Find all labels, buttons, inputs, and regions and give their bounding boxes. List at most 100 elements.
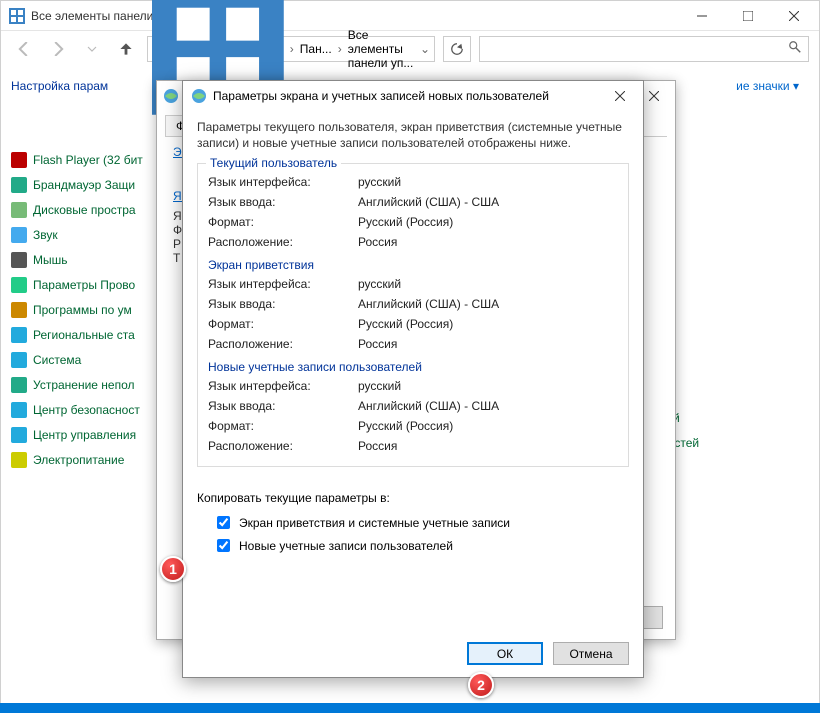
item-label: Устранение непол	[33, 378, 135, 392]
setting-key: Язык интерфейса:	[208, 274, 358, 294]
item-label: Центр безопасност	[33, 403, 140, 417]
item-label: Дисковые простра	[33, 203, 136, 217]
setting-row: Язык ввода:Английский (США) - США	[208, 294, 618, 314]
setting-key: Расположение:	[208, 436, 358, 456]
setting-row: Расположение:Россия	[208, 436, 618, 456]
item-label: Flash Player (32 бит	[33, 153, 143, 167]
item-label: Программы по ум	[33, 303, 132, 317]
annotation-badge-1: 1	[160, 556, 186, 582]
ok-button[interactable]: ОК	[467, 642, 543, 665]
chevron-right-icon: ›	[286, 42, 298, 56]
item-icon	[11, 452, 27, 468]
setting-key: Расположение:	[208, 232, 358, 252]
taskbar[interactable]	[0, 703, 820, 713]
refresh-button[interactable]	[443, 36, 471, 62]
checkbox-label: Экран приветствия и системные учетные за…	[239, 516, 510, 530]
setting-key: Формат:	[208, 314, 358, 334]
item-icon	[11, 377, 27, 393]
checkbox-new-users[interactable]: Новые учетные записи пользователей	[183, 534, 643, 557]
item-label: Мышь	[33, 253, 68, 267]
forward-button[interactable]	[45, 36, 71, 62]
setting-row: Язык интерфейса:русский	[208, 376, 618, 396]
setting-key: Формат:	[208, 416, 358, 436]
control-panel-icon	[9, 8, 25, 24]
item-label: Параметры Прово	[33, 278, 135, 292]
setting-key: Язык ввода:	[208, 396, 358, 416]
item-icon	[11, 227, 27, 243]
dialog-intro: Параметры текущего пользователя, экран п…	[183, 111, 643, 157]
main-titlebar: Все элементы панели управления	[1, 1, 819, 31]
item-label: Центр управления	[33, 428, 136, 442]
annotation-badge-2: 2	[468, 672, 494, 698]
group-title-current: Текущий пользователь	[206, 156, 341, 170]
setting-value: Россия	[358, 436, 397, 456]
breadcrumb[interactable]: › Пан... › Все элементы панели уп... ⌄	[147, 36, 435, 62]
up-button[interactable]	[113, 36, 139, 62]
item-icon	[11, 302, 27, 318]
globe-icon	[191, 88, 207, 104]
globe-icon	[163, 88, 179, 104]
group-title-newusers: Новые учетные записи пользователей	[208, 360, 618, 374]
item-label: Звук	[33, 228, 58, 242]
setting-row: Язык интерфейса:русский	[208, 274, 618, 294]
setting-value: Русский (Россия)	[358, 212, 453, 232]
close-button[interactable]	[603, 81, 637, 111]
setting-value: Английский (США) - США	[358, 294, 499, 314]
item-icon	[11, 427, 27, 443]
cancel-button[interactable]: Отмена	[553, 642, 629, 665]
checkbox-label: Новые учетные записи пользователей	[239, 539, 453, 553]
item-label: Региональные ста	[33, 328, 135, 342]
close-button[interactable]	[771, 1, 817, 31]
setting-value: Русский (Россия)	[358, 416, 453, 436]
checkbox-input[interactable]	[217, 539, 230, 552]
minimize-button[interactable]	[679, 1, 725, 31]
setting-row: Формат:Русский (Россия)	[208, 314, 618, 334]
setting-row: Формат:Русский (Россия)	[208, 212, 618, 232]
setting-key: Язык интерфейса:	[208, 172, 358, 192]
welcome-new-users-dialog: Параметры экрана и учетных записей новых…	[182, 80, 644, 678]
dialog-title: Параметры экрана и учетных записей новых…	[213, 89, 549, 103]
setting-value: Английский (США) - США	[358, 192, 499, 212]
item-icon	[11, 152, 27, 168]
setting-value: Россия	[358, 232, 397, 252]
setting-value: русский	[358, 172, 401, 192]
search-input[interactable]	[479, 36, 809, 62]
item-icon	[11, 327, 27, 343]
copy-settings-label: Копировать текущие параметры в:	[183, 473, 643, 511]
setting-row: Расположение:Россия	[208, 232, 618, 252]
setting-value: русский	[358, 376, 401, 396]
view-by-link[interactable]: ие значки	[736, 79, 799, 93]
checkbox-input[interactable]	[217, 516, 230, 529]
item-icon	[11, 402, 27, 418]
item-icon	[11, 252, 27, 268]
setting-value: русский	[358, 274, 401, 294]
item-icon	[11, 202, 27, 218]
chevron-right-icon: ›	[334, 42, 346, 56]
setting-value: Английский (США) - США	[358, 396, 499, 416]
checkbox-welcome-screen[interactable]: Экран приветствия и системные учетные за…	[183, 511, 643, 534]
setting-value: Россия	[358, 334, 397, 354]
setting-value: Русский (Россия)	[358, 314, 453, 334]
breadcrumb-seg[interactable]: Пан...	[300, 42, 332, 56]
item-label: Брандмауэр Защи	[33, 178, 135, 192]
item-icon	[11, 177, 27, 193]
dialog-titlebar: Параметры экрана и учетных записей новых…	[183, 81, 643, 111]
item-icon	[11, 352, 27, 368]
item-icon	[11, 277, 27, 293]
address-bar: › Пан... › Все элементы панели уп... ⌄	[1, 31, 819, 67]
item-label: Система	[33, 353, 81, 367]
setting-key: Язык ввода:	[208, 294, 358, 314]
group-title-welcome: Экран приветствия	[208, 258, 618, 272]
setting-key: Формат:	[208, 212, 358, 232]
search-icon	[788, 40, 802, 59]
setting-row: Язык ввода:Английский (США) - США	[208, 192, 618, 212]
back-button[interactable]	[11, 36, 37, 62]
chevron-down-icon[interactable]: ⌄	[420, 42, 430, 56]
breadcrumb-seg[interactable]: Все элементы панели уп...	[348, 28, 418, 70]
setting-key: Язык интерфейса:	[208, 376, 358, 396]
setting-key: Расположение:	[208, 334, 358, 354]
recent-dropdown[interactable]	[79, 36, 105, 62]
item-label: Электропитание	[33, 453, 124, 467]
setting-row: Язык интерфейса:русский	[208, 172, 618, 192]
maximize-button[interactable]	[725, 1, 771, 31]
